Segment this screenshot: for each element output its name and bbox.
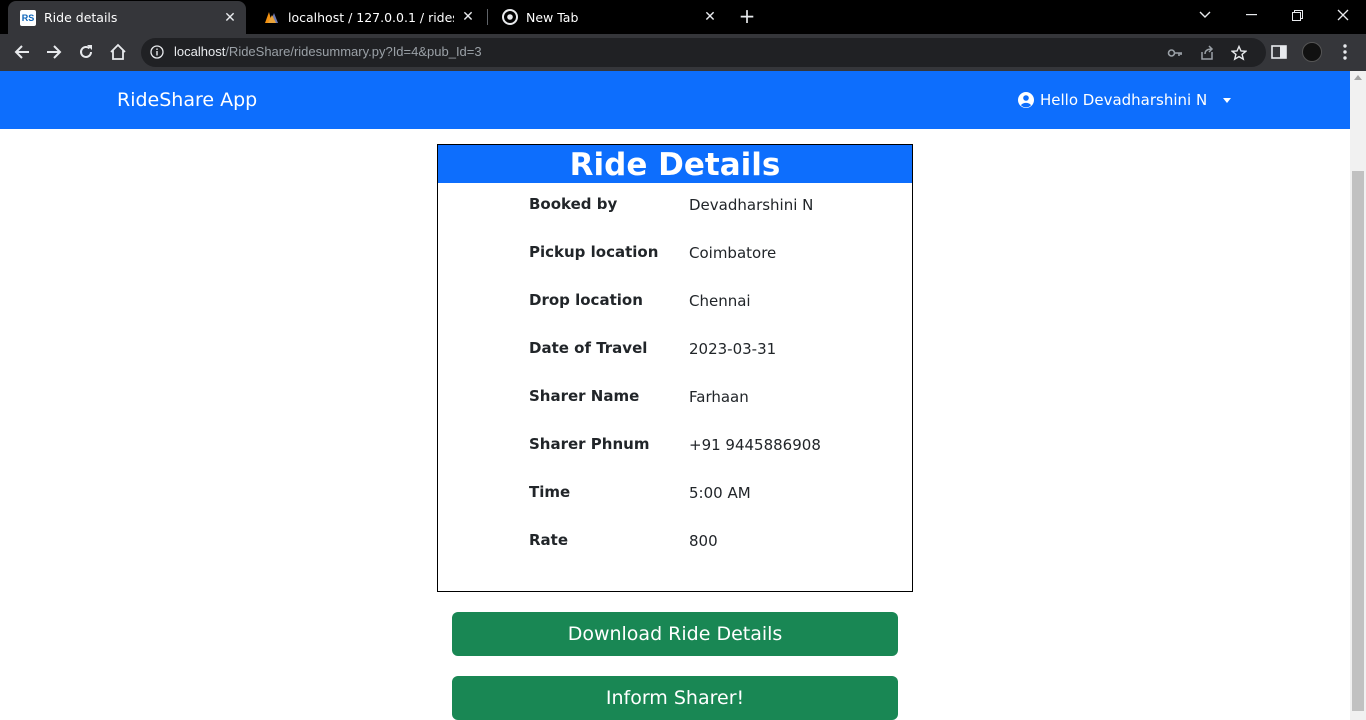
detail-label: Booked by xyxy=(529,195,618,213)
caret-down-icon xyxy=(1223,97,1232,103)
detail-label: Sharer Phnum xyxy=(529,435,650,453)
download-ride-details-button[interactable]: Download Ride Details xyxy=(452,612,898,656)
minimize-icon[interactable] xyxy=(1228,0,1274,30)
tab-ride-details[interactable]: RS Ride details ✕ xyxy=(8,1,246,34)
site-info-icon[interactable] xyxy=(150,45,164,59)
ride-details-heading: Ride Details xyxy=(438,145,912,183)
detail-label: Rate xyxy=(529,531,569,549)
tab-search-chevron-icon[interactable] xyxy=(1182,0,1228,30)
detail-label: Drop location xyxy=(529,291,643,309)
key-icon[interactable] xyxy=(1167,45,1183,61)
tab-title: New Tab xyxy=(526,9,579,25)
detail-value: Devadharshini N xyxy=(689,196,814,214)
url-path: /RideShare/ridesummary.py?Id=4&pub_Id=3 xyxy=(225,44,482,59)
kebab-menu-icon[interactable] xyxy=(1338,42,1352,62)
share-icon[interactable] xyxy=(1199,45,1215,61)
user-circle-icon xyxy=(1018,92,1034,108)
window-close-icon[interactable] xyxy=(1320,0,1366,30)
page-viewport: RideShare App Hello Devadharshini N Ride… xyxy=(0,71,1366,720)
url-text: localhost/RideShare/ridesummary.py?Id=4&… xyxy=(174,44,482,59)
detail-value: Farhaan xyxy=(689,388,749,406)
tab-title: localhost / 127.0.0.1 / rideshare / xyxy=(288,9,454,25)
scroll-up-arrow-icon[interactable] xyxy=(1354,75,1362,80)
rideshare-favicon-icon: RS xyxy=(20,9,36,26)
tab-new-tab[interactable]: New Tab ✕ xyxy=(490,0,726,34)
address-bar[interactable]: localhost/RideShare/ridesummary.py?Id=4&… xyxy=(141,38,1266,67)
back-arrow-icon[interactable] xyxy=(12,42,32,62)
user-menu-toggle[interactable]: Hello Devadharshini N xyxy=(1018,91,1232,109)
tab-phpmyadmin[interactable]: localhost / 127.0.0.1 / rideshare / ✕ xyxy=(252,0,484,34)
app-navbar: RideShare App Hello Devadharshini N xyxy=(0,71,1350,129)
close-icon[interactable]: ✕ xyxy=(222,10,238,26)
side-panel-icon[interactable] xyxy=(1270,43,1288,61)
detail-value: Coimbatore xyxy=(689,244,777,262)
reload-icon[interactable] xyxy=(76,42,96,62)
tab-separator xyxy=(487,9,488,25)
detail-value: 800 xyxy=(689,532,718,550)
bookmark-star-icon[interactable] xyxy=(1231,45,1247,61)
detail-label: Pickup location xyxy=(529,243,659,261)
brand-link[interactable]: RideShare App xyxy=(117,89,257,111)
user-greeting: Hello Devadharshini N xyxy=(1040,91,1208,109)
page-scrollbar[interactable] xyxy=(1350,71,1366,720)
forward-arrow-icon[interactable] xyxy=(44,42,64,62)
url-host: localhost xyxy=(174,44,226,59)
browser-tab-strip: RS Ride details ✕ localhost / 127.0.0.1 … xyxy=(0,0,1366,34)
profile-avatar[interactable] xyxy=(1302,42,1322,62)
new-tab-plus-icon[interactable]: + xyxy=(737,6,757,27)
detail-value: 5:00 AM xyxy=(689,484,751,502)
close-icon[interactable]: ✕ xyxy=(460,9,476,25)
detail-value: 2023-03-31 xyxy=(689,340,777,358)
detail-label: Sharer Name xyxy=(529,387,640,405)
home-icon[interactable] xyxy=(108,42,128,62)
detail-value: +91 9445886908 xyxy=(689,436,821,454)
restore-icon[interactable] xyxy=(1274,0,1320,30)
chrome-favicon-icon xyxy=(502,9,518,25)
close-icon[interactable]: ✕ xyxy=(702,9,718,25)
phpmyadmin-favicon-icon xyxy=(265,12,278,23)
tab-title: Ride details xyxy=(44,10,118,25)
ride-details-card: Ride Details Booked by Devadharshini N P… xyxy=(437,144,913,592)
detail-label: Time xyxy=(529,483,571,501)
scrollbar-thumb[interactable] xyxy=(1352,171,1364,711)
browser-toolbar: localhost/RideShare/ridesummary.py?Id=4&… xyxy=(0,34,1366,71)
detail-value: Chennai xyxy=(689,292,751,310)
inform-sharer-button[interactable]: Inform Sharer! xyxy=(452,676,898,720)
detail-label: Date of Travel xyxy=(529,339,648,357)
